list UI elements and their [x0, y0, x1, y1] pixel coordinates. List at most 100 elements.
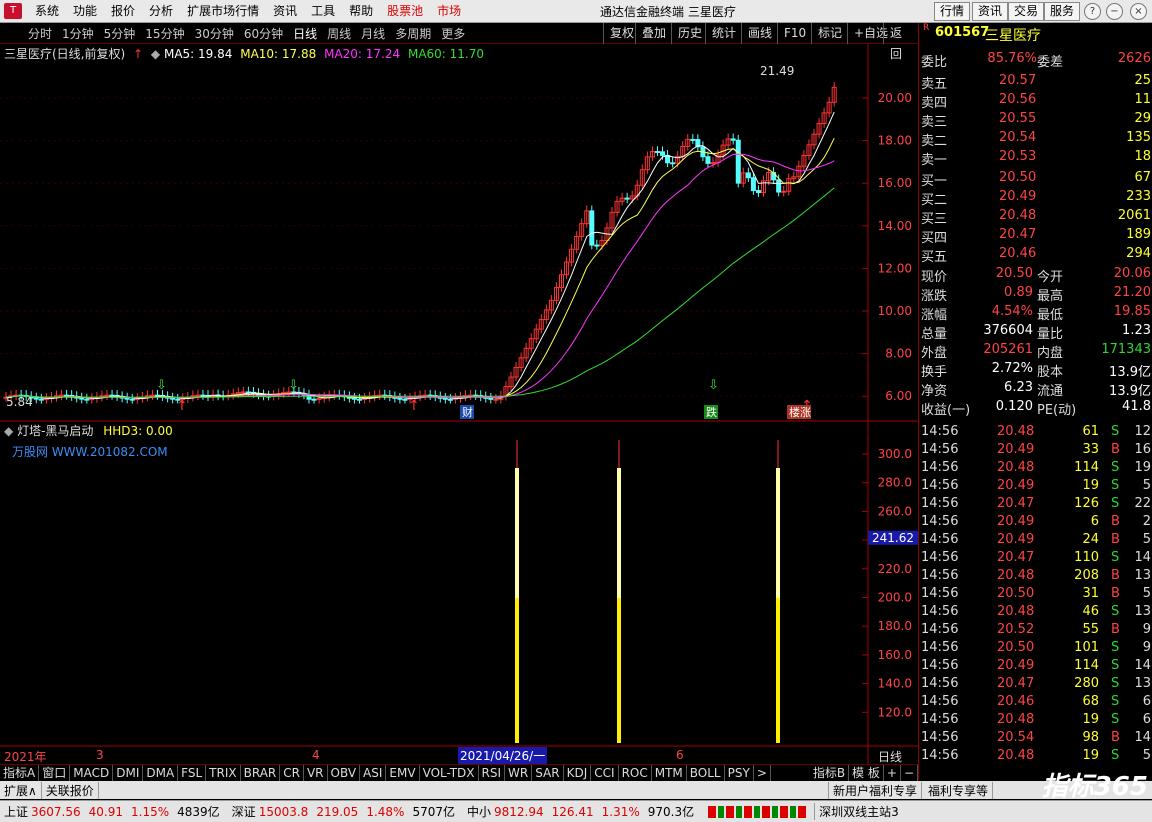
tick-price: 20.48 [997, 424, 1035, 439]
bid-row[interactable]: 买三 20.48 2061 [919, 208, 1152, 227]
new-user-link[interactable]: 新用户福利专享 [828, 781, 923, 799]
candle-body [129, 398, 135, 401]
tick-time: 14:56 [921, 496, 959, 511]
period-15min[interactable]: 15分钟 [140, 25, 189, 42]
market-button[interactable]: 行情 [934, 2, 971, 21]
menu-ext-market[interactable]: 扩展市场行情 [180, 0, 266, 22]
period-monthly[interactable]: 月线 [356, 25, 390, 42]
menu-tools[interactable]: 工具 [304, 0, 342, 22]
menu-stock-pool[interactable]: 股票池 [380, 0, 430, 22]
period-multi[interactable]: 多周期 [390, 25, 436, 42]
indicator-tab-cci[interactable]: CCI [591, 765, 619, 781]
bid-row[interactable]: 买二 20.49 233 [919, 189, 1152, 208]
tick-row: 14:56 20.49 19 S 5 [919, 478, 1152, 496]
stat-label-2: 流通 [1037, 384, 1064, 399]
indicator-gear-icon[interactable]: ◆ [4, 424, 13, 438]
stock-title: 三星医疗(日线,前复权) [4, 47, 126, 61]
indicator-tab-brar[interactable]: BRAR [241, 765, 281, 781]
ask-row[interactable]: 卖三 20.55 29 [919, 111, 1152, 130]
related-quote-button[interactable]: 关联报价 [42, 781, 99, 799]
news-button[interactable]: 资讯 [972, 2, 1009, 21]
tab-right-3[interactable]: − [901, 765, 918, 781]
indicator-tab-[interactable]: 窗口 [39, 765, 71, 781]
ask-row[interactable]: 卖二 20.54 135 [919, 130, 1152, 149]
bid-row[interactable]: 买一 20.50 67 [919, 170, 1152, 189]
stat-value-2: 171343 [1101, 342, 1151, 357]
stat-row: 现价 20.50 今开 20.06 [919, 266, 1152, 285]
indicator-tab-voltdx[interactable]: VOL-TDX [420, 765, 479, 781]
indicator-tab-emv[interactable]: EMV [386, 765, 420, 781]
help-icon[interactable]: ? [1084, 3, 1101, 20]
indicator-tab-sar[interactable]: SAR [532, 765, 564, 781]
period-daily[interactable]: 日线 [288, 25, 322, 42]
indicator-tab-dma[interactable]: DMA [143, 765, 179, 781]
trade-button[interactable]: 交易 [1008, 2, 1045, 21]
period-5min[interactable]: 5分钟 [99, 25, 141, 42]
overlay-button[interactable]: 叠加 [635, 23, 672, 44]
indicator-tab-dmi[interactable]: DMI [113, 765, 144, 781]
tab-right-2[interactable]: + [884, 765, 901, 781]
candle-body [59, 394, 65, 397]
indicator-tab-vr[interactable]: VR [304, 765, 328, 781]
indicator-tab-macd[interactable]: MACD [70, 765, 114, 781]
tick-volume: 101 [1074, 640, 1099, 655]
indicator-tab-boll[interactable]: BOLL [687, 765, 725, 781]
menu-system[interactable]: 系统 [28, 0, 66, 22]
tick-row: 14:56 20.48 61 S 12 [919, 424, 1152, 442]
ask-row[interactable]: 卖四 20.56 11 [919, 92, 1152, 111]
stat-label: 外盘 [921, 346, 948, 361]
minimize-icon[interactable]: − [1106, 3, 1123, 20]
history-button[interactable]: 历史 [671, 23, 708, 44]
mark-button[interactable]: 标记 [811, 23, 848, 44]
candle-body [705, 156, 711, 164]
indicator-tab-cr[interactable]: CR [280, 765, 304, 781]
indicator-tab-a[interactable]: 指标A [0, 765, 40, 781]
menu-function[interactable]: 功能 [66, 0, 104, 22]
stat-row: 换手 2.72% 股本 13.9亿 [919, 361, 1152, 380]
indicator-tab-rsi[interactable]: RSI [479, 765, 506, 781]
period-1min[interactable]: 1分钟 [57, 25, 99, 42]
indicator-tab-trix[interactable]: TRIX [206, 765, 241, 781]
indicator-tab-wr[interactable]: WR [505, 765, 533, 781]
stats-button[interactable]: 统计 [705, 23, 742, 44]
bid-volume: 2061 [1117, 208, 1151, 223]
kline-chart[interactable]: 20.00 18.00 16.00 14.00 12.00 10.00 8.00 6.00 30… [0, 44, 918, 764]
ask-row[interactable]: 卖一 20.53 18 [919, 149, 1152, 168]
period-weekly[interactable]: 周线 [322, 25, 356, 42]
menu-quote[interactable]: 报价 [104, 0, 142, 22]
menu-info[interactable]: 资讯 [266, 0, 304, 22]
indicator-tab-roc[interactable]: ROC [619, 765, 652, 781]
welfare-link[interactable]: 福利专享等 [924, 781, 994, 799]
f10-button[interactable]: F10 [777, 23, 812, 44]
tick-volume: 19 [1082, 478, 1099, 493]
close-icon[interactable]: × [1130, 3, 1147, 20]
settings-icon[interactable]: ◆ [151, 47, 160, 61]
draw-button[interactable]: 画线 [741, 23, 778, 44]
ask-volume: 25 [1134, 73, 1151, 88]
expand-button[interactable]: 扩展∧ [0, 781, 42, 799]
bid-row[interactable]: 买五 20.46 294 [919, 246, 1152, 265]
indicator-tab-asi[interactable]: ASI [360, 765, 387, 781]
period-fenshi[interactable]: 分时 [0, 25, 57, 42]
menu-help[interactable]: 帮助 [342, 0, 380, 22]
tab-right-0[interactable]: 指标B [810, 765, 850, 781]
indicator-tab-[interactable]: > [754, 765, 771, 781]
period-60min[interactable]: 60分钟 [239, 25, 288, 42]
bid-row[interactable]: 买四 20.47 189 [919, 227, 1152, 246]
period-more[interactable]: 更多 [436, 25, 470, 42]
stat-value: 0.89 [1004, 285, 1033, 300]
indicator-tab-fsl[interactable]: FSL [178, 765, 207, 781]
indicator-tab-mtm[interactable]: MTM [652, 765, 687, 781]
back-button[interactable]: 返回 [883, 23, 918, 61]
period-30min[interactable]: 30分钟 [190, 25, 239, 42]
tick-row: 14:56 20.48 208 B 13 [919, 568, 1152, 586]
indicator-tab-psy[interactable]: PSY [725, 765, 754, 781]
menu-analysis[interactable]: 分析 [142, 0, 180, 22]
tab-right-1[interactable]: 模 板 [849, 765, 884, 781]
indicator-tab-kdj[interactable]: KDJ [564, 765, 592, 781]
candle-body [149, 394, 155, 397]
indicator-tab-obv[interactable]: OBV [328, 765, 361, 781]
service-button[interactable]: 服务 [1044, 2, 1081, 21]
ask-row[interactable]: 卖五 20.57 25 [919, 73, 1152, 92]
menu-market[interactable]: 市场 [430, 0, 468, 22]
